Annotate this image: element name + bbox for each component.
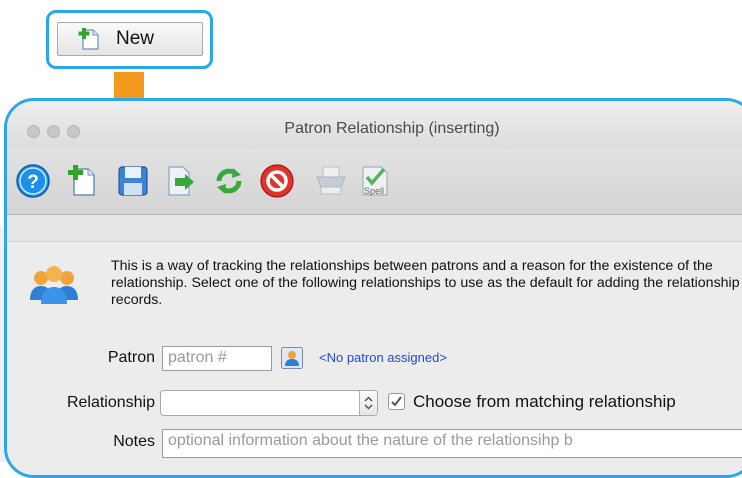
notes-input[interactable]: optional information about the nature of… [162,429,742,458]
no-patron-assigned-text: <No patron assigned> [319,350,447,365]
export-icon[interactable] [163,163,199,199]
new-button-label: New [116,28,155,49]
spell-icon[interactable]: Spell [357,163,393,199]
checkmark-icon [391,396,402,407]
cancel-icon[interactable] [259,163,295,199]
description-text: This is a way of tracking the relationsh… [111,258,740,308]
toolbar-divider-strip [7,215,742,242]
save-icon[interactable] [115,163,151,199]
toolbar: ? Spell [7,149,742,215]
help-icon[interactable]: ? [15,163,51,199]
window-title: Patron Relationship (inserting) [284,120,500,137]
new-record-icon [78,28,99,50]
new-icon[interactable] [65,163,101,199]
spell-label: Spell [364,186,384,196]
choose-matching-checkbox[interactable] [388,393,405,410]
relationship-select[interactable] [160,390,378,416]
patron-label: Patron [107,349,155,366]
new-button-callout: New [46,10,213,69]
patron-lookup-icon[interactable] [281,347,303,369]
patron-relationship-window: Patron Relationship (inserting) ? Spell … [4,98,742,478]
new-button[interactable]: New [57,22,203,56]
form-area: This is a way of tracking the relationsh… [7,242,742,475]
select-stepper-icon[interactable] [359,391,377,415]
patron-number-input[interactable]: patron # [162,346,272,371]
choose-matching-label: Choose from matching relationship [413,392,676,411]
users-group-icon [30,266,78,304]
svg-text:?: ? [27,172,39,193]
notes-label: Notes [113,433,155,450]
title-bar: Patron Relationship (inserting) [7,101,742,149]
print-icon[interactable] [313,163,349,199]
relationship-label: Relationship [66,394,155,411]
refresh-icon[interactable] [211,163,247,199]
